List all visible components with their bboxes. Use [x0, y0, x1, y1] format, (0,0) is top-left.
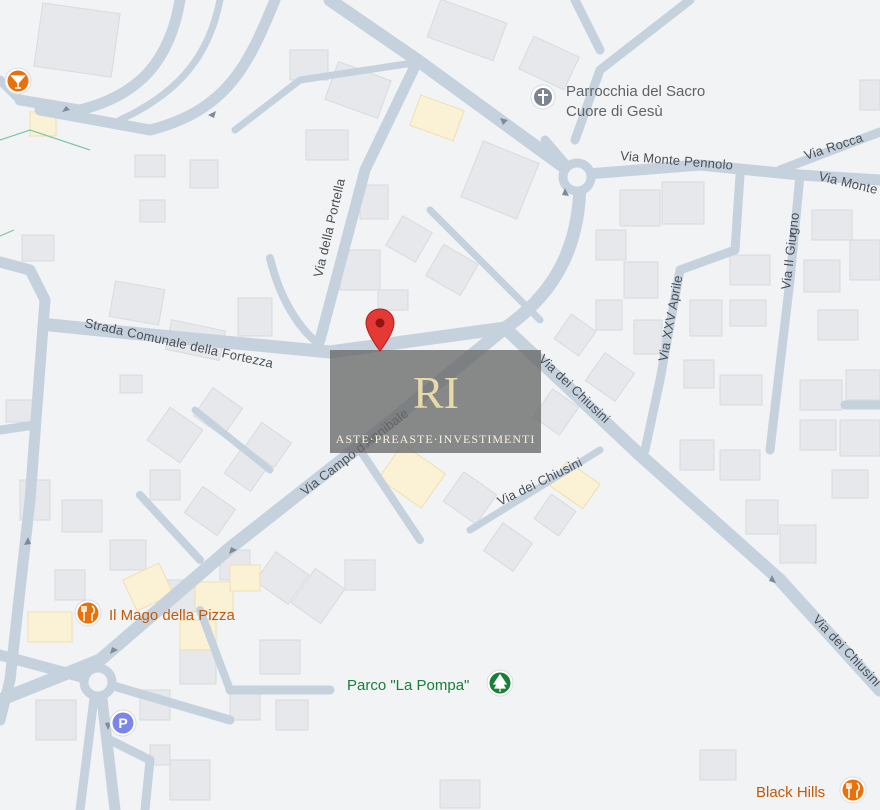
- road-label-chiusini-se: Via dei Chiusini: [810, 612, 880, 690]
- restaurant-icon: [842, 779, 864, 801]
- poi-bar[interactable]: [4, 67, 32, 95]
- roundabout-south: [79, 663, 117, 701]
- watermark-text: ASTE·PREASTE·INVESTIMENTI: [335, 432, 536, 446]
- poi-church[interactable]: Parrocchia del Sacro Cuore di Gesù: [530, 83, 705, 120]
- park-label[interactable]: Parco "La Pompa": [347, 677, 469, 694]
- location-pin-icon[interactable]: [365, 308, 395, 352]
- parking-letter: P: [118, 715, 127, 731]
- poi-parking[interactable]: P: [109, 709, 137, 737]
- roundabout-north: [558, 158, 596, 196]
- church-label-line2[interactable]: Cuore di Gesù: [566, 103, 663, 120]
- black-hills-label[interactable]: Black Hills: [756, 784, 825, 801]
- poi-park[interactable]: Parco "La Pompa": [347, 669, 514, 697]
- restaurant-icon: [77, 602, 99, 624]
- road-label-xxv-aprile: Via XXV Aprile: [655, 274, 685, 362]
- pizza-label[interactable]: Il Mago della Pizza: [109, 607, 236, 624]
- map-canvas[interactable]: Via della Portella Strada Comunale della…: [0, 0, 880, 810]
- watermark-logo-letters: RI: [413, 367, 459, 418]
- church-label-line1[interactable]: Parrocchia del Sacro: [566, 83, 705, 100]
- road-label-rocca: Via Rocca: [802, 130, 865, 163]
- watermark-logo: RI: [413, 367, 459, 418]
- poi-black-hills[interactable]: Black Hills: [756, 776, 867, 804]
- road-label-ii-giugno: Via II Giugno: [778, 212, 802, 291]
- watermark: RI ASTE·PREASTE·INVESTIMENTI: [330, 350, 541, 453]
